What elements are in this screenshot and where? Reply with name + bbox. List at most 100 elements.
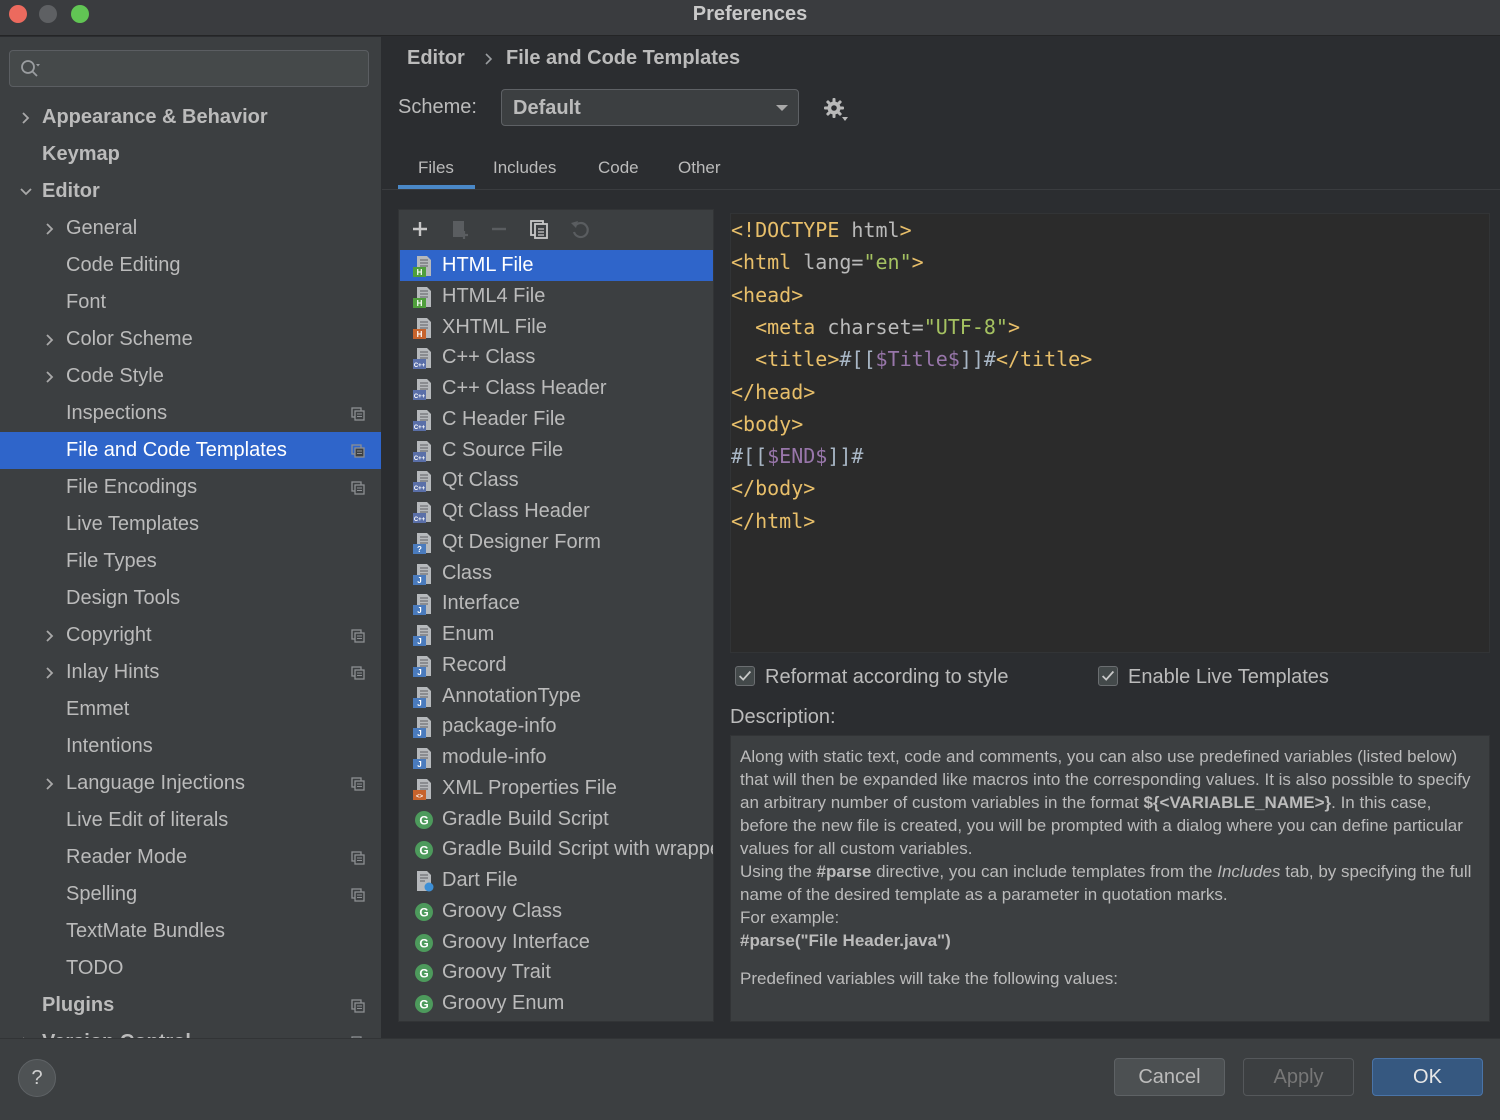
sidebar-item-inlay-hints[interactable]: Inlay Hints [0,654,381,691]
groovy-file-icon: G [415,810,433,829]
template-item-gradle-build-script[interactable]: G Gradle Build Script [400,804,713,835]
add-icon[interactable] [409,218,431,240]
sidebar-item-general[interactable]: General [0,210,381,247]
template-item-groovy-trait[interactable]: G Groovy Trait [400,957,713,988]
reformat-label[interactable]: Reformat according to style [765,666,1008,689]
chevron-right-icon[interactable] [18,110,34,126]
sidebar-item-live-templates[interactable]: Live Templates [0,506,381,543]
template-item-annotationtype[interactable]: J AnnotationType [400,681,713,712]
sidebar-item-code-style[interactable]: Code Style [0,358,381,395]
template-item-c-class-header[interactable]: C++ C++ Class Header [400,373,713,404]
template-item-groovy-enum[interactable]: G Groovy Enum [400,988,713,1019]
groovy-file-icon: G [415,841,433,860]
template-item-interface[interactable]: J Interface [400,588,713,619]
ok-button[interactable]: OK [1372,1058,1483,1096]
sidebar-item-live-edit-of-literals[interactable]: Live Edit of literals [0,802,381,839]
template-item-xml-properties-file[interactable]: <> XML Properties File [400,773,713,804]
code-token: html [839,218,900,242]
sidebar-item-inspections[interactable]: Inspections [0,395,381,432]
template-item-qt-class-header[interactable]: C++ Qt Class Header [400,496,713,527]
sidebar-item-editor[interactable]: Editor [0,173,381,210]
template-item-record[interactable]: J Record [400,650,713,681]
reformat-checkbox[interactable] [735,666,755,686]
reset-icon[interactable] [569,218,591,240]
template-item-c-header-file[interactable]: C++ C Header File [400,404,713,435]
template-item-label: XHTML File [442,315,547,338]
copy-icon[interactable] [528,218,550,240]
template-item-groovy-interface[interactable]: G Groovy Interface [400,927,713,958]
groovy-file-icon: G [415,964,433,983]
remove-icon[interactable] [488,218,510,240]
live-templates-label[interactable]: Enable Live Templates [1128,666,1329,689]
sidebar-item-todo[interactable]: TODO [0,950,381,987]
svg-text:J: J [417,576,421,585]
sidebar-item-emmet[interactable]: Emmet [0,691,381,728]
html-file-icon: H [413,286,431,308]
sidebar-item-textmate-bundles[interactable]: TextMate Bundles [0,913,381,950]
chevron-right-icon[interactable] [42,369,58,385]
template-item-module-info[interactable]: Jmodule-info [400,742,713,773]
sidebar-item-font[interactable]: Font [0,284,381,321]
chevron-right-icon[interactable] [42,665,58,681]
sidebar-item-file-encodings[interactable]: File Encodings [0,469,381,506]
sidebar-item-label: File and Code Templates [66,439,287,461]
search-icon [21,60,40,77]
template-item-c-class[interactable]: C++ C++ Class [400,342,713,373]
sidebar-item-design-tools[interactable]: Design Tools [0,580,381,617]
description-predefined-vars: Predefined variables will take the follo… [740,969,1118,988]
sidebar-item-copyright[interactable]: Copyright [0,617,381,654]
template-item-html4-file[interactable]: H HTML4 File [400,281,713,312]
tab-other[interactable]: Other [678,158,721,178]
template-item-label: HTML4 File [442,284,546,307]
create-child-template-icon[interactable] [449,218,471,240]
code-token: "UTF-8" [923,314,1008,339]
settings-search-input[interactable] [9,50,369,87]
sidebar-item-version-control[interactable]: Version Control [0,1024,381,1038]
template-item-gradle-build-script-with-wrapper[interactable]: G Gradle Build Script with wrapper [400,834,713,865]
sidebar-item-color-scheme[interactable]: Color Scheme [0,321,381,358]
chevron-right-icon[interactable] [42,776,58,792]
template-item-qt-designer-form[interactable]: ? Qt Designer Form [400,527,713,558]
breadcrumb-editor[interactable]: Editor [407,47,465,70]
sidebar-item-plugins[interactable]: Plugins [0,987,381,1024]
live-templates-checkbox[interactable] [1098,666,1118,686]
sidebar-item-language-injections[interactable]: Language Injections [0,765,381,802]
sidebar-item-spelling[interactable]: Spelling [0,876,381,913]
svg-text:C++: C++ [414,363,426,369]
help-button[interactable]: ? [18,1059,56,1097]
chevron-right-icon[interactable] [42,221,58,237]
sidebar-item-code-editing[interactable]: Code Editing [0,247,381,284]
chevron-right-icon[interactable] [42,628,58,644]
cancel-button[interactable]: Cancel [1114,1058,1225,1096]
template-code-editor[interactable]: <!DOCTYPE html> <html lang="en"> <head> <m… [730,213,1490,653]
template-item-dart-file[interactable]: Dart File [400,865,713,896]
chevron-down-icon[interactable] [18,184,34,200]
template-item-enum[interactable]: J Enum [400,619,713,650]
template-item-qt-class[interactable]: C++ Qt Class [400,465,713,496]
scheme-dropdown[interactable]: Default [501,89,799,126]
template-item-label: C++ Class Header [442,377,607,399]
gear-icon[interactable] [822,96,850,124]
tab-includes[interactable]: Includes [493,158,556,178]
sidebar-item-reader-mode[interactable]: Reader Mode [0,839,381,876]
sidebar-item-file-types[interactable]: File Types [0,543,381,580]
template-item-package-info[interactable]: Jpackage-info [400,711,713,742]
sidebar-item-keymap[interactable]: Keymap [0,136,381,173]
sidebar-item-intentions[interactable]: Intentions [0,728,381,765]
tab-files[interactable]: Files [418,158,454,178]
apply-button[interactable]: Apply [1243,1058,1354,1096]
code-token: $END$ [767,444,828,469]
description-example-label: For example: [740,908,840,927]
code-line: <meta charset="UTF-8"> [731,315,1020,339]
dialog-footer: ? Cancel Apply OK [0,1038,1500,1120]
template-item-groovy-class[interactable]: G Groovy Class [400,896,713,927]
tab-code[interactable]: Code [598,158,639,178]
template-item-c-source-file[interactable]: C++ C Source File [400,435,713,466]
template-item-xhtml-file[interactable]: H XHTML File [400,312,713,343]
description-paragraph-2c: directive, you can include templates fro… [871,862,1218,881]
sidebar-item-appearance-behavior[interactable]: Appearance & Behavior [0,99,381,136]
sidebar-item-file-and-code-templates[interactable]: File and Code Templates [0,432,381,469]
chevron-right-icon[interactable] [42,332,58,348]
template-item-class[interactable]: J Class [400,558,713,589]
template-item-html-file[interactable]: H HTML File [400,250,713,281]
